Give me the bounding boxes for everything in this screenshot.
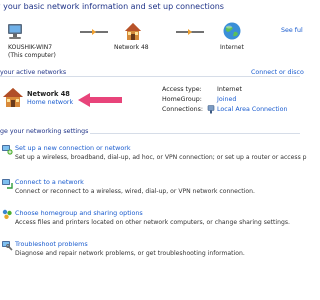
task-connect-network-desc: Connect or reconnect to a wireless, wire… <box>15 188 255 195</box>
connections-label: Connections: <box>162 106 204 113</box>
connect-network-icon <box>1 177 13 189</box>
task-connect-network-link[interactable]: Connect to a network <box>15 178 84 186</box>
active-networks-heading: your active networks <box>0 69 69 76</box>
task-troubleshoot-desc: Diagnose and repair network problems, or… <box>15 250 245 257</box>
network-type-link[interactable]: Home network <box>27 99 73 106</box>
task-setup-connection-link[interactable]: Set up a new connection or network <box>15 144 131 152</box>
settings-heading: ge your networking settings <box>0 128 91 135</box>
task-homegroup-desc: Access files and printers located on oth… <box>15 219 290 226</box>
network-house-icon[interactable] <box>124 22 142 42</box>
task-setup-connection-desc: Set up a wireless, broadband, dial-up, a… <box>15 154 307 161</box>
page-title: w your basic network information and set… <box>0 2 224 11</box>
annotation-arrow <box>78 92 124 108</box>
active-networks-divider <box>0 76 300 77</box>
homegroup-icon <box>1 208 13 220</box>
connector-line-2 <box>176 27 204 37</box>
home-network-icon <box>2 87 24 109</box>
task-troubleshoot-link[interactable]: Troubleshoot problems <box>15 240 88 248</box>
internet-label: Internet <box>220 44 244 51</box>
see-full-map-link[interactable]: See ful <box>281 27 303 34</box>
ethernet-icon <box>207 105 215 114</box>
access-type-label: Access type: <box>162 86 202 93</box>
homegroup-label: HomeGroup: <box>162 96 202 103</box>
computer-name-label: KOUSHIK-WIN7 <box>8 44 53 51</box>
troubleshoot-icon <box>1 239 13 251</box>
network-map-label: Network 48 <box>114 44 149 51</box>
active-network-name: Network 48 <box>27 90 70 98</box>
internet-globe-icon[interactable] <box>222 21 242 41</box>
local-area-connection-link[interactable]: Local Area Connection <box>217 106 287 113</box>
computer-icon <box>5 23 25 41</box>
connect-disconnect-link[interactable]: Connect or disco <box>249 69 304 76</box>
task-homegroup-link[interactable]: Choose homegroup and sharing options <box>15 209 143 217</box>
computer-sub-label: (This computer) <box>8 52 56 59</box>
connector-line-1 <box>80 27 108 37</box>
homegroup-link[interactable]: Joined <box>217 96 236 103</box>
access-type-value: Internet <box>217 86 243 93</box>
new-connection-icon <box>1 143 13 155</box>
